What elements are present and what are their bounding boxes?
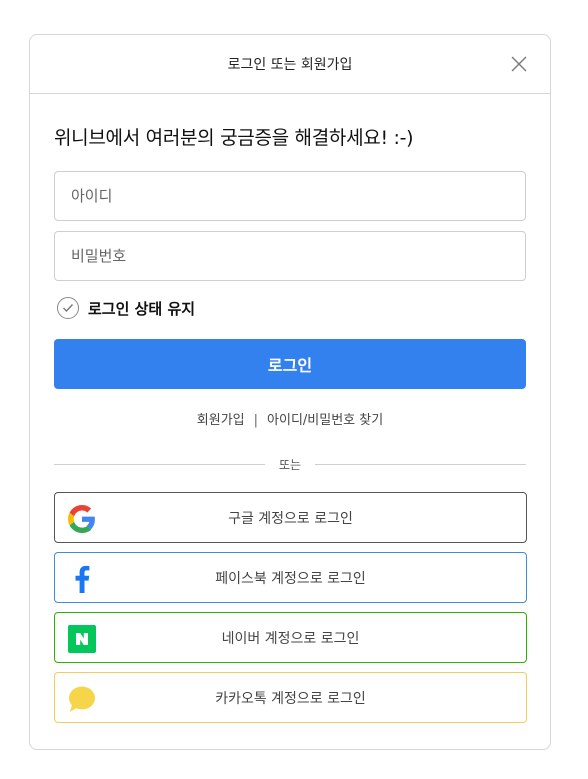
naver-login-label: 네이버 계정으로 로그인: [221, 630, 360, 647]
close-icon: [511, 56, 527, 72]
naver-login-button[interactable]: 네이버 계정으로 로그인: [54, 612, 527, 663]
facebook-icon: [68, 565, 96, 593]
naver-icon: [68, 625, 96, 653]
divider-text: 또는: [278, 458, 302, 472]
password-input[interactable]: [54, 231, 526, 281]
headline: 위니브에서 여러분의 궁금증을 해결하세요! :-): [54, 127, 414, 149]
google-login-label: 구글 계정으로 로그인: [228, 510, 353, 527]
signup-link[interactable]: 회원가입: [197, 413, 245, 428]
login-modal: 로그인 또는 회원가입 위니브에서 여러분의 궁금증을 해결하세요! :-) 로…: [29, 34, 551, 750]
account-links: 회원가입 | 아이디/비밀번호 찾기: [54, 409, 526, 428]
google-login-button[interactable]: 구글 계정으로 로그인: [54, 492, 527, 543]
check-icon: [57, 297, 79, 319]
facebook-login-button[interactable]: 페이스북 계정으로 로그인: [54, 552, 527, 603]
modal-body: 위니브에서 여러분의 궁금증을 해결하세요! :-) 로그인 상태 유지 로그인…: [30, 123, 550, 723]
keep-login-checkbox[interactable]: 로그인 상태 유지: [57, 297, 526, 319]
keep-login-label: 로그인 상태 유지: [88, 299, 196, 318]
link-separator: |: [253, 413, 259, 428]
id-input[interactable]: [54, 171, 526, 221]
kakao-login-button[interactable]: 카카오톡 계정으로 로그인: [54, 672, 527, 723]
google-icon: [68, 505, 96, 533]
kakao-icon: [68, 685, 96, 713]
facebook-login-label: 페이스북 계정으로 로그인: [215, 570, 366, 587]
kakao-login-label: 카카오톡 계정으로 로그인: [215, 690, 366, 707]
or-divider: 또는: [54, 456, 526, 473]
login-button[interactable]: 로그인: [54, 339, 526, 389]
modal-title: 로그인 또는 회원가입: [227, 57, 353, 73]
find-account-link[interactable]: 아이디/비밀번호 찾기: [267, 413, 383, 428]
modal-header: 로그인 또는 회원가입: [30, 35, 550, 94]
close-button[interactable]: [510, 55, 528, 73]
